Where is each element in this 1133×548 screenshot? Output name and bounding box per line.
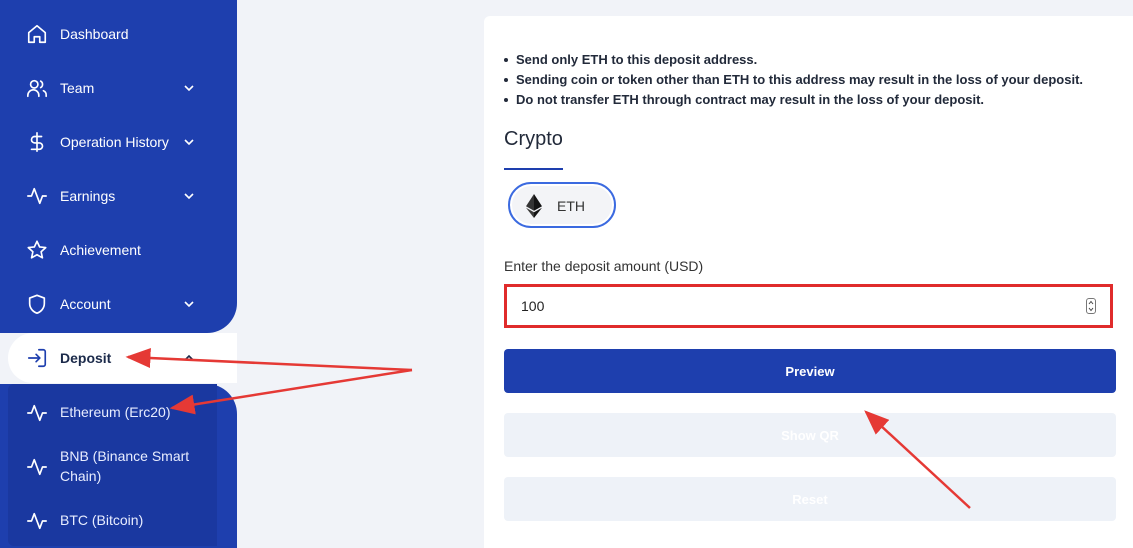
- home-icon: [26, 23, 48, 45]
- sidebar-item-earnings[interactable]: Earnings: [0, 176, 210, 216]
- tab-crypto[interactable]: Crypto: [504, 128, 563, 151]
- note-item: Send only ETH to this deposit address.: [504, 50, 1083, 70]
- sidebar-item-dashboard[interactable]: Dashboard: [0, 14, 210, 54]
- reset-button[interactable]: Reset: [504, 477, 1116, 521]
- submenu-item-label: BNB (Binance Smart Chain): [60, 448, 190, 484]
- chevron-up-icon: [184, 354, 194, 361]
- note-item: Do not transfer ETH through contract may…: [504, 90, 1083, 110]
- sidebar-item-label: Account: [60, 296, 111, 312]
- sidebar-item-deposit[interactable]: Deposit: [0, 338, 210, 378]
- sidebar-item-label: Achievement: [60, 242, 141, 258]
- chevron-down-icon: [184, 193, 194, 200]
- amount-label: Enter the deposit amount (USD): [504, 258, 704, 274]
- coin-label: ETH: [557, 198, 585, 214]
- sign-in-icon: [26, 347, 48, 369]
- show-qr-button[interactable]: Show QR: [504, 413, 1116, 457]
- sidebar-item-operation-history[interactable]: Operation History: [0, 122, 210, 162]
- note-item: Sending coin or token other than ETH to …: [504, 70, 1083, 90]
- chevron-down-icon: [184, 85, 194, 92]
- activity-icon: [26, 185, 48, 207]
- chevron-down-icon: [184, 139, 194, 146]
- spinner-arrows-icon: [1088, 300, 1094, 312]
- deposit-notes: Send only ETH to this deposit address. S…: [504, 50, 1083, 110]
- submenu-item-label: Ethereum (Erc20): [60, 404, 171, 420]
- dollar-icon: [26, 131, 48, 153]
- sidebar: Dashboard Team Operation History Earning…: [0, 0, 237, 333]
- coin-option-eth[interactable]: ETH: [508, 182, 616, 228]
- sidebar-item-achievement[interactable]: Achievement: [0, 230, 210, 270]
- submenu-item-label: BTC (Bitcoin): [60, 512, 144, 528]
- amount-field-highlight: [504, 284, 1113, 328]
- preview-button[interactable]: Preview: [504, 349, 1116, 393]
- deposit-card: Send only ETH to this deposit address. S…: [484, 16, 1133, 548]
- activity-icon: [27, 458, 47, 476]
- star-icon: [26, 239, 48, 261]
- sidebar-item-team[interactable]: Team: [0, 68, 210, 108]
- users-icon: [26, 77, 48, 99]
- activity-icon: [27, 404, 47, 422]
- sidebar-item-label: Deposit: [60, 350, 112, 366]
- amount-input[interactable]: [507, 287, 1077, 325]
- shield-icon: [26, 293, 48, 315]
- sidebar-item-account[interactable]: Account: [0, 284, 210, 324]
- sidebar-item-label: Earnings: [60, 188, 116, 204]
- ethereum-icon: [526, 194, 542, 218]
- sidebar-item-label: Operation History: [60, 134, 169, 150]
- chevron-down-icon: [184, 301, 194, 308]
- sidebar-item-label: Team: [60, 80, 95, 96]
- activity-icon: [27, 512, 47, 530]
- number-spinner[interactable]: [1086, 298, 1096, 314]
- sidebar-item-label: Dashboard: [60, 26, 129, 42]
- tab-underline: [504, 168, 563, 170]
